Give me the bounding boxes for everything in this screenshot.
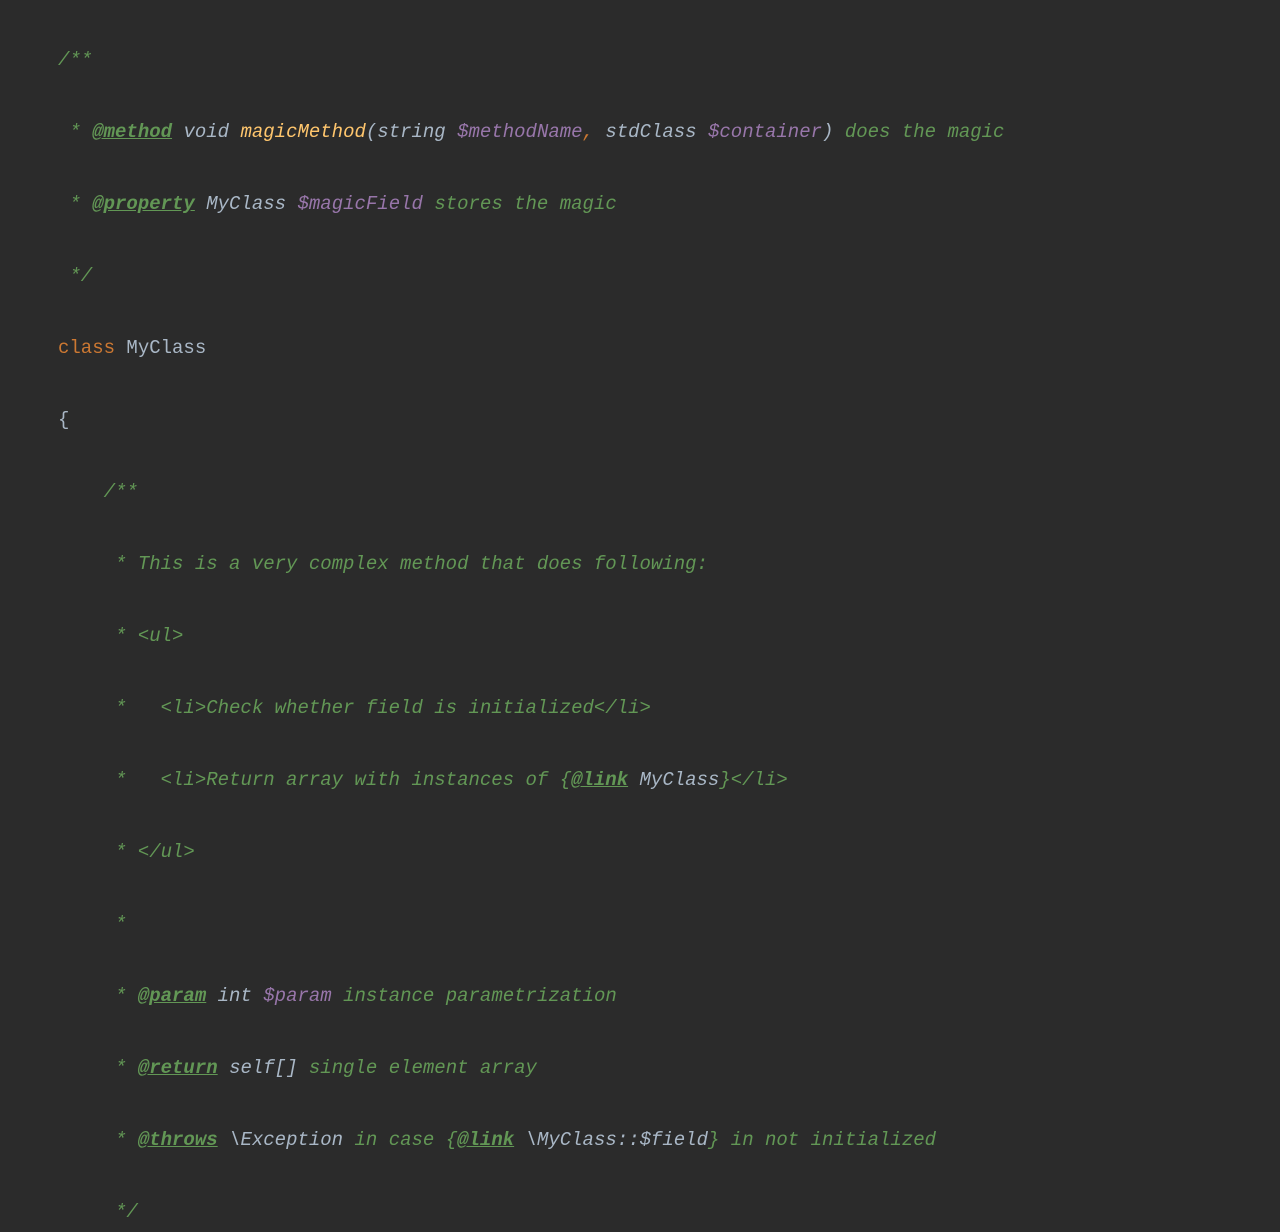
sp [115, 337, 126, 359]
sp [229, 121, 240, 143]
doc-text: * This is a very complex method that doe… [58, 553, 708, 575]
sp [628, 769, 639, 791]
method-name: magicMethod [240, 121, 365, 143]
sp [218, 1129, 229, 1151]
class-name: MyClass [126, 337, 206, 359]
sp [172, 121, 183, 143]
doc-open: /** [58, 49, 92, 71]
paren-open: ( [366, 121, 377, 143]
doc-close: */ [58, 265, 92, 287]
doc-html-li-open: * <li> [58, 769, 206, 791]
sp [446, 121, 457, 143]
doc-tag-method: @method [92, 121, 172, 143]
doc-text: Return array with instances of { [206, 769, 571, 791]
doc-close: */ [58, 1201, 138, 1223]
sp [252, 985, 263, 1007]
doc-desc: single element array [309, 1057, 537, 1079]
doc-desc: instance parametrization [343, 985, 617, 1007]
keyword-class: class [58, 337, 115, 359]
doc-star: * [58, 193, 92, 215]
doc-tag-link: @link [457, 1129, 514, 1151]
doc-star: * [58, 1129, 138, 1151]
sp [218, 1057, 229, 1079]
sp [719, 1129, 730, 1151]
prop-var: $magicField [297, 193, 422, 215]
sp [332, 985, 343, 1007]
doc-tag-property: @property [92, 193, 195, 215]
sp [297, 1057, 308, 1079]
return-type: void [183, 121, 229, 143]
sp [206, 985, 217, 1007]
param-var: $param [263, 985, 331, 1007]
doc-desc: does the magic [845, 121, 1005, 143]
doc-star: * [58, 913, 126, 935]
paren-close: ) [822, 121, 833, 143]
doc-tag-param: @param [138, 985, 206, 1007]
doc-html-ul-close: * </ul> [58, 841, 195, 863]
doc-tag-throws: @throws [138, 1129, 218, 1151]
param-var: $container [708, 121, 822, 143]
brace-open: { [58, 409, 69, 431]
doc-html-li: * <li>Check whether field is initialized… [58, 697, 651, 719]
doc-star: * [58, 985, 138, 1007]
param-type: string [377, 121, 445, 143]
prop-type: MyClass [206, 193, 286, 215]
sp [833, 121, 844, 143]
sp [697, 121, 708, 143]
doc-text: } [708, 1129, 719, 1151]
doc-html-ul: * <ul> [58, 625, 183, 647]
sp [594, 121, 605, 143]
sp [514, 1129, 525, 1151]
param-var: $methodName [457, 121, 582, 143]
code-editor[interactable]: /** * @method void magicMethod(string $m… [0, 6, 1280, 1232]
link-class: \MyClass::$field [526, 1129, 708, 1151]
doc-text: in case { [355, 1129, 458, 1151]
doc-tag-link: @link [571, 769, 628, 791]
doc-desc: in not initialized [731, 1129, 936, 1151]
sp [343, 1129, 354, 1151]
return-type: self[] [229, 1057, 297, 1079]
throws-type: \Exception [229, 1129, 343, 1151]
sp [423, 193, 434, 215]
doc-desc: stores the magic [434, 193, 616, 215]
doc-open: /** [58, 481, 138, 503]
comma: , [583, 121, 594, 143]
doc-html-li-close: }</li> [719, 769, 787, 791]
doc-star: * [58, 121, 92, 143]
link-class: MyClass [640, 769, 720, 791]
doc-star: * [58, 1057, 138, 1079]
param-type: int [218, 985, 252, 1007]
sp [286, 193, 297, 215]
param-type: stdClass [605, 121, 696, 143]
doc-tag-return: @return [138, 1057, 218, 1079]
sp [195, 193, 206, 215]
